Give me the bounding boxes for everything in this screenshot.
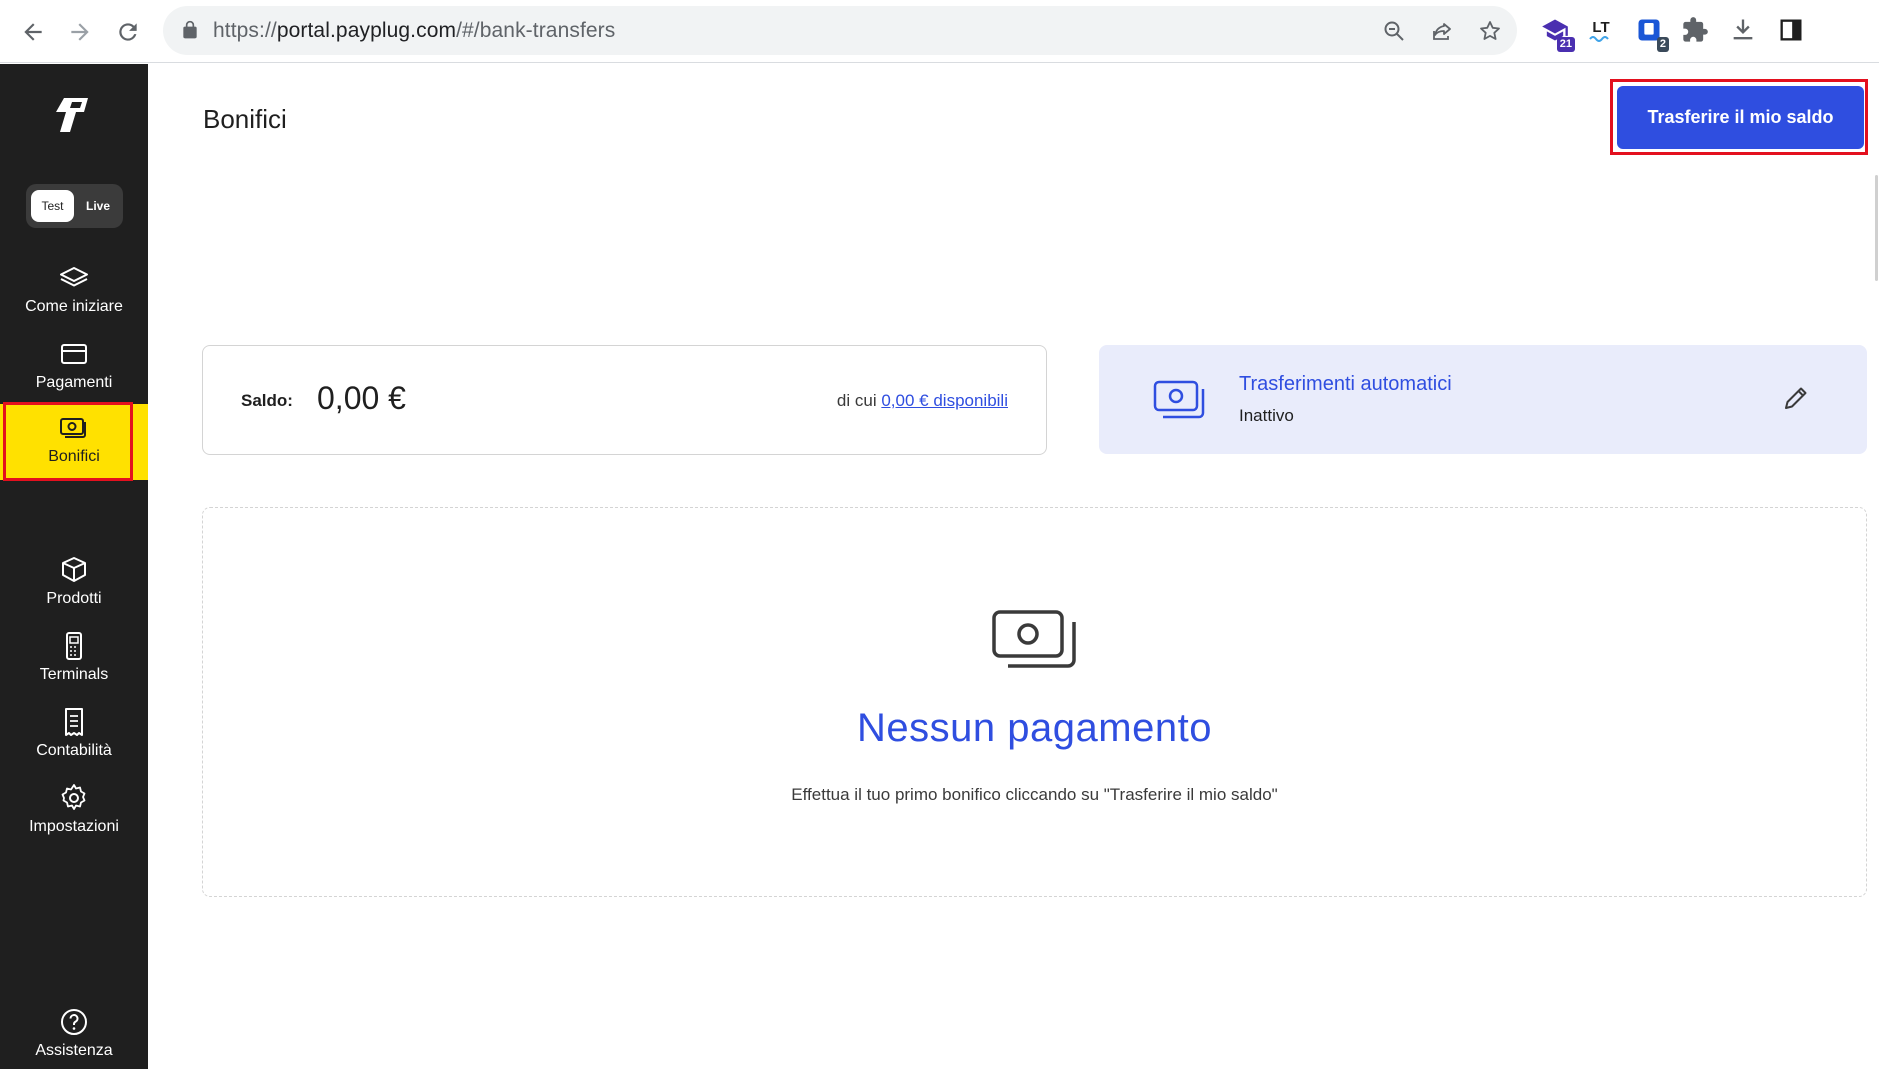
money-icon — [1153, 380, 1205, 419]
sidebar-item-contabilita[interactable]: Contabilità — [0, 704, 148, 780]
extension-shield[interactable]: 2 — [1631, 12, 1669, 52]
zoom-button[interactable] — [1379, 16, 1409, 46]
side-panel-icon — [1780, 19, 1802, 41]
terminal-icon — [66, 632, 82, 660]
help-icon — [61, 1009, 87, 1035]
empty-state-subtitle: Effettua il tuo primo bonifico cliccando… — [791, 785, 1278, 804]
arrow-right-icon — [71, 23, 89, 41]
balance-card: Saldo: 0,00 € di cui 0,00 € disponibili — [202, 345, 1047, 455]
layers-icon — [60, 267, 88, 287]
receipt-icon — [65, 708, 83, 736]
puzzle-icon — [1683, 17, 1708, 42]
available-balance-link[interactable]: 0,00 € disponibili — [881, 391, 1008, 410]
empty-state: Nessun pagamento Effettua il tuo primo b… — [202, 507, 1867, 897]
sidebar-item-label: Contabilità — [36, 742, 112, 759]
balance-available: di cui 0,00 € disponibili — [837, 391, 1008, 411]
active-item-highlight — [3, 402, 133, 481]
money-icon — [992, 610, 1076, 668]
url-text: https://portal.payplug.com/#/bank-transf… — [213, 19, 616, 42]
sidebar-item-terminals[interactable]: Terminals — [0, 628, 148, 704]
downloads-button[interactable] — [1725, 12, 1761, 48]
mode-toggle[interactable]: Test Live — [26, 184, 123, 228]
sidebar: Test Live Come iniziare Pagamenti Bonifi… — [0, 64, 148, 1069]
lt-icon: LT — [1592, 18, 1610, 36]
sidebar-item-label: Assistenza — [35, 1042, 113, 1059]
empty-state-title: Nessun pagamento — [857, 706, 1212, 750]
auto-transfers-title: Trasferimenti automatici — [1239, 373, 1452, 395]
balance-label: Saldo: — [241, 391, 293, 410]
download-icon — [1733, 19, 1753, 40]
sidebar-item-label: Prodotti — [46, 590, 102, 607]
transfer-balance-button[interactable]: Trasferire il mio saldo — [1617, 86, 1864, 149]
share-icon — [1433, 23, 1451, 40]
card-icon — [61, 344, 87, 364]
lock-icon — [183, 20, 197, 39]
gear-icon — [61, 784, 86, 810]
sidebar-item-label: Terminals — [39, 666, 109, 683]
sidebar-item-come-iniziare[interactable]: Come iniziare — [0, 260, 148, 336]
extensions-menu[interactable] — [1677, 12, 1713, 48]
pencil-icon[interactable] — [1781, 383, 1811, 413]
reload-button[interactable] — [108, 12, 148, 52]
mode-live-option[interactable]: Live — [78, 190, 118, 222]
extension-graduation[interactable]: 21 — [1537, 12, 1575, 52]
auto-transfers-card[interactable]: Trasferimenti automatici Inattivo — [1099, 345, 1867, 454]
side-panel-button[interactable] — [1773, 12, 1809, 48]
available-prefix: di cui — [836, 391, 877, 410]
share-button[interactable] — [1427, 16, 1457, 46]
extension-badge: 2 — [1656, 37, 1669, 52]
reload-icon — [119, 23, 137, 41]
sidebar-item-label: Come iniziare — [25, 298, 123, 315]
star-icon — [1480, 21, 1500, 40]
balance-value: 0,00 € — [317, 380, 406, 416]
mode-test-option[interactable]: Test — [31, 190, 74, 222]
box-icon — [62, 557, 86, 582]
forward-button[interactable] — [60, 12, 100, 52]
extension-languagetool[interactable]: LT — [1583, 12, 1619, 48]
sidebar-item-label: Pagamenti — [35, 374, 113, 391]
back-button[interactable] — [13, 12, 53, 52]
scrollbar[interactable] — [1875, 175, 1878, 281]
zoom-out-icon — [1384, 21, 1404, 41]
wave-icon — [1589, 36, 1609, 42]
extension-badge: 21 — [1556, 37, 1575, 52]
sidebar-item-impostazioni[interactable]: Impostazioni — [0, 780, 148, 856]
arrow-left-icon — [24, 23, 42, 41]
auto-transfers-status: Inattivo — [1239, 406, 1294, 425]
sidebar-item-label: Impostazioni — [29, 818, 119, 835]
payplug-logo[interactable] — [50, 94, 98, 136]
address-bar[interactable]: https://portal.payplug.com/#/bank-transf… — [163, 6, 1517, 55]
sidebar-item-prodotti[interactable]: Prodotti — [0, 552, 148, 628]
page-title: Bonifici — [203, 104, 287, 134]
sidebar-item-pagamenti[interactable]: Pagamenti — [0, 336, 148, 412]
browser-toolbar: https://portal.payplug.com/#/bank-transf… — [0, 0, 1879, 63]
bookmark-button[interactable] — [1475, 16, 1505, 46]
